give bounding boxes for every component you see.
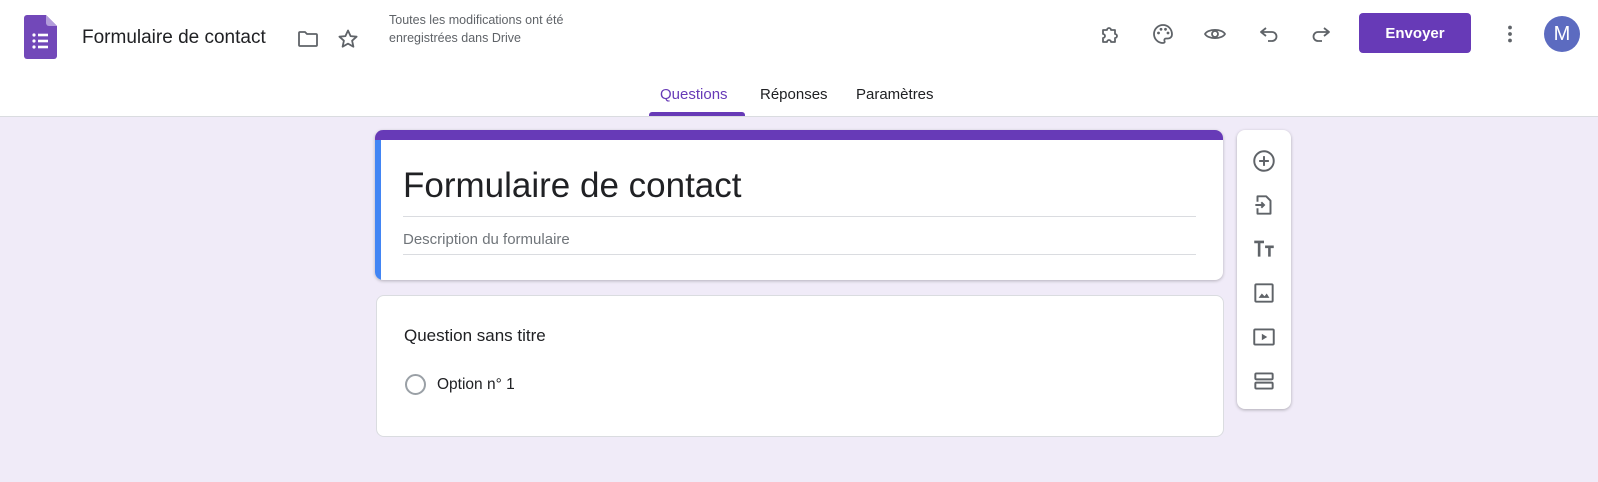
folder-icon[interactable] [294,25,322,53]
star-icon[interactable] [334,25,362,53]
add-section-icon[interactable] [1250,367,1278,395]
title-card-accent-bar [375,130,1223,140]
active-tab-indicator [649,112,745,116]
option-label[interactable]: Option n° 1 [437,376,515,394]
avatar[interactable]: M [1544,16,1580,52]
undo-icon[interactable] [1255,20,1283,48]
tab-questions[interactable]: Questions [660,86,728,103]
option-radio[interactable] [405,374,426,395]
palette-icon[interactable] [1149,20,1177,48]
save-status: Toutes les modifications ont été enregis… [389,13,564,45]
send-button[interactable]: Envoyer [1359,13,1471,53]
add-video-icon[interactable] [1250,323,1278,351]
form-title-card[interactable]: Formulaire de contact Description du for… [375,130,1223,280]
question-card[interactable]: Question sans titre Option n° 1 [376,295,1224,437]
add-title-icon[interactable] [1250,235,1278,263]
tab-settings[interactable]: Paramètres [856,86,934,103]
add-image-icon[interactable] [1250,279,1278,307]
add-question-icon[interactable] [1250,147,1278,175]
redo-icon[interactable] [1307,20,1335,48]
question-title[interactable]: Question sans titre [404,326,546,346]
form-description-input[interactable]: Description du formulaire [403,231,1196,255]
tab-responses[interactable]: Réponses [760,86,828,103]
side-toolbar [1237,130,1291,409]
addon-puzzle-icon[interactable] [1097,20,1125,48]
app-header: Formulaire de contact Toutes les modific… [0,0,1598,117]
title-card-focus-bar [375,140,381,280]
document-title[interactable]: Formulaire de contact [82,27,266,49]
google-forms-icon[interactable] [24,15,57,59]
form-title-input[interactable]: Formulaire de contact [403,166,1196,217]
more-vert-icon[interactable] [1496,20,1524,48]
import-questions-icon[interactable] [1250,191,1278,219]
preview-eye-icon[interactable] [1201,20,1229,48]
